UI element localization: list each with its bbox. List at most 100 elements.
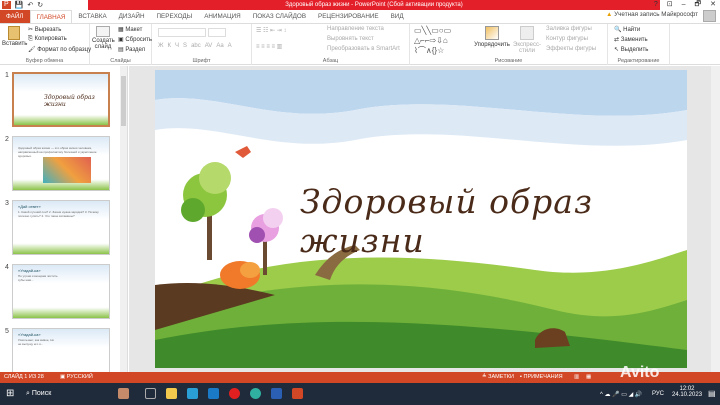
editor-scrollbar[interactable] bbox=[711, 66, 720, 372]
clock[interactable]: 12:02 24.10.2023 bbox=[672, 386, 702, 398]
slide-title[interactable]: Здоровый образ жизни bbox=[300, 182, 687, 260]
align-text-button[interactable]: Выровнять текст bbox=[327, 36, 374, 42]
account-name: Учетная запись Майкрософт bbox=[614, 11, 698, 18]
arrange-button[interactable]: Упорядочить bbox=[474, 26, 510, 48]
warning-icon: ▲ bbox=[606, 11, 613, 18]
taskbar-search[interactable]: ⌕ Поиск bbox=[26, 390, 51, 398]
edge-icon[interactable] bbox=[250, 388, 261, 399]
yandex-browser-icon[interactable] bbox=[229, 388, 240, 399]
drawing-label: Рисование bbox=[494, 58, 523, 64]
select-button[interactable]: ↖ Выделить bbox=[614, 46, 648, 53]
tab-design[interactable]: ДИЗАЙН bbox=[113, 10, 151, 23]
text-direction-button[interactable]: Направление текста bbox=[327, 26, 384, 32]
notes-button[interactable]: ≜ ЗАМЕТКИ bbox=[482, 372, 514, 383]
slide-canvas[interactable]: Здоровый образ жизни bbox=[155, 70, 687, 368]
window-title: Здоровый образ жизни - PowerPoint (Сбой … bbox=[88, 0, 660, 10]
avatar[interactable] bbox=[703, 10, 716, 22]
comments-button[interactable]: ▪ ПРИМЕЧАНИЯ bbox=[520, 372, 563, 383]
quick-styles-button[interactable]: Экспресс-стили bbox=[512, 26, 542, 54]
shape-effects-button[interactable]: Эффекты фигуры bbox=[546, 46, 596, 52]
align-buttons[interactable]: ≡ ≡ ≡ ≡ ▥ bbox=[256, 43, 282, 50]
store-icon[interactable] bbox=[187, 388, 198, 399]
minimize-button[interactable]: – bbox=[682, 0, 686, 10]
search-highlight-icon bbox=[118, 388, 129, 399]
reset-button[interactable]: ▣ Сбросить bbox=[118, 36, 152, 43]
case-button[interactable]: Aa bbox=[216, 43, 223, 49]
thumbnail-number: 4 bbox=[5, 264, 9, 271]
tab-home[interactable]: ГЛАВНАЯ bbox=[29, 9, 73, 24]
clipboard-icon bbox=[8, 26, 20, 40]
tab-transitions[interactable]: ПЕРЕХОДЫ bbox=[151, 10, 199, 23]
thumbnail-number: 5 bbox=[5, 328, 9, 335]
arrange-icon bbox=[485, 26, 499, 40]
editing-group: 🔍 Найти ⇄ Заменить ↖ Выделить Редактиров… bbox=[608, 24, 670, 65]
slide-thumbnail-2[interactable]: Здоровый образ жизни — это образ жизни ч… bbox=[12, 136, 110, 191]
ribbon-display-button[interactable]: ⊡ bbox=[667, 0, 673, 10]
tab-slideshow[interactable]: ПОКАЗ СЛАЙДОВ bbox=[247, 10, 312, 23]
input-language[interactable]: РУС bbox=[652, 391, 664, 397]
slide-thumbnail-3[interactable]: «Дай ответ» 1. Какой лучший сон? 2. Зачем… bbox=[12, 200, 110, 255]
tab-file[interactable]: ФАЙЛ bbox=[0, 10, 30, 23]
smartart-button[interactable]: Преобразовать в SmartArt bbox=[327, 46, 400, 52]
redo-icon[interactable]: ↻ bbox=[37, 1, 43, 9]
mail-icon[interactable] bbox=[208, 388, 219, 399]
underline-button[interactable]: Ч bbox=[175, 43, 179, 49]
file-explorer-icon[interactable] bbox=[166, 388, 177, 399]
slide-editor: Здоровый образ жизни bbox=[129, 66, 720, 372]
tab-insert[interactable]: ВСТАВКА bbox=[72, 10, 112, 23]
format-painter-button[interactable]: 🖌 Формат по образцу bbox=[28, 46, 91, 53]
undo-icon[interactable]: ↶ bbox=[27, 1, 33, 9]
thumbnail-number: 2 bbox=[5, 136, 9, 143]
copy-button[interactable]: ⎘ Копировать bbox=[28, 36, 67, 43]
language-status[interactable]: ▣ РУССКИЙ bbox=[60, 372, 93, 383]
shapes-gallery[interactable]: ▭╲╲▭○▭ △⌐⌐⇨⇩⌂ ⌇⌒∧{}☆ bbox=[414, 26, 451, 56]
tab-view[interactable]: ВИД bbox=[385, 10, 410, 23]
font-color-button[interactable]: A bbox=[228, 43, 232, 49]
tab-review[interactable]: РЕЦЕНЗИРОВАНИЕ bbox=[312, 10, 385, 23]
slide-counter: СЛАЙД 1 ИЗ 28 bbox=[4, 374, 44, 380]
spacing-button[interactable]: AV bbox=[205, 43, 213, 49]
clipboard-group: Вставить ✂ Вырезать ⎘ Копировать 🖌 Форма… bbox=[0, 24, 91, 65]
slide-thumbnail-1[interactable]: Здоровый образ жизни bbox=[12, 72, 110, 127]
bold-button[interactable]: Ж bbox=[158, 43, 164, 49]
strike-button[interactable]: abc bbox=[191, 43, 201, 49]
shadow-button[interactable]: S bbox=[183, 43, 187, 49]
thumbnail-number: 1 bbox=[5, 72, 9, 79]
paste-button[interactable]: Вставить bbox=[2, 26, 27, 47]
normal-view-icon[interactable]: ▥ bbox=[574, 372, 579, 383]
notifications-icon[interactable]: ▤ bbox=[708, 389, 716, 398]
slide-thumbnails-pane: 1 Здоровый образ жизни 2 Здоровый образ … bbox=[0, 66, 128, 383]
find-button[interactable]: 🔍 Найти bbox=[614, 26, 640, 33]
watermark-logo: Avito bbox=[620, 364, 660, 381]
task-view-icon[interactable] bbox=[145, 388, 156, 399]
font-family-select[interactable] bbox=[158, 28, 206, 37]
slide-thumbnail-4[interactable]: «Угадай-ка» По утрам и вечерам чистить зу… bbox=[12, 264, 110, 319]
layout-button[interactable]: ▦ Макет bbox=[118, 26, 142, 33]
title-bar: P 💾 ↶ ↻ Здоровый образ жизни - PowerPoin… bbox=[0, 0, 720, 10]
powerpoint-icon[interactable] bbox=[292, 388, 303, 399]
word-icon[interactable] bbox=[271, 388, 282, 399]
shape-outline-button[interactable]: Контур фигуры bbox=[546, 36, 588, 42]
help-button[interactable]: ? bbox=[654, 0, 658, 10]
bullets-button[interactable]: ☰ ☷ ⇤ ⇥ ↕ bbox=[256, 27, 286, 34]
save-icon[interactable]: 💾 bbox=[15, 1, 24, 9]
taskbar: ⊞ ⌕ Поиск ^ ☁ 🎤 ▭ ◢ 🔊 РУС 12:02 24.10.202… bbox=[0, 383, 720, 405]
tab-animation[interactable]: АНИМАЦИЯ bbox=[198, 10, 246, 23]
section-button[interactable]: ▤ Раздел bbox=[118, 46, 145, 53]
cut-button[interactable]: ✂ Вырезать bbox=[28, 26, 61, 33]
slide-sorter-icon[interactable]: ▦ bbox=[586, 372, 591, 383]
italic-button[interactable]: К bbox=[168, 43, 172, 49]
font-group: Ж К Ч S abc AV Aa A Шрифт bbox=[152, 24, 252, 65]
new-slide-button[interactable]: Создать слайд bbox=[92, 26, 115, 50]
account-link[interactable]: ▲ Учетная запись Майкрософт bbox=[606, 11, 698, 18]
shape-fill-button[interactable]: Заливка фигуры bbox=[546, 26, 592, 32]
clipboard-label: Буфер обмена bbox=[25, 58, 64, 64]
replace-button[interactable]: ⇄ Заменить bbox=[614, 36, 648, 43]
thumbnails-scrollbar[interactable] bbox=[120, 66, 127, 372]
windows-start-icon[interactable]: ⊞ bbox=[6, 388, 14, 399]
close-button[interactable]: ✕ bbox=[710, 0, 716, 10]
tray-icons[interactable]: ^ ☁ 🎤 ▭ ◢ 🔊 bbox=[600, 391, 642, 398]
font-size-select[interactable] bbox=[208, 28, 226, 37]
thumbnail-number: 3 bbox=[5, 200, 9, 207]
restore-button[interactable]: 🗗 bbox=[695, 0, 702, 10]
